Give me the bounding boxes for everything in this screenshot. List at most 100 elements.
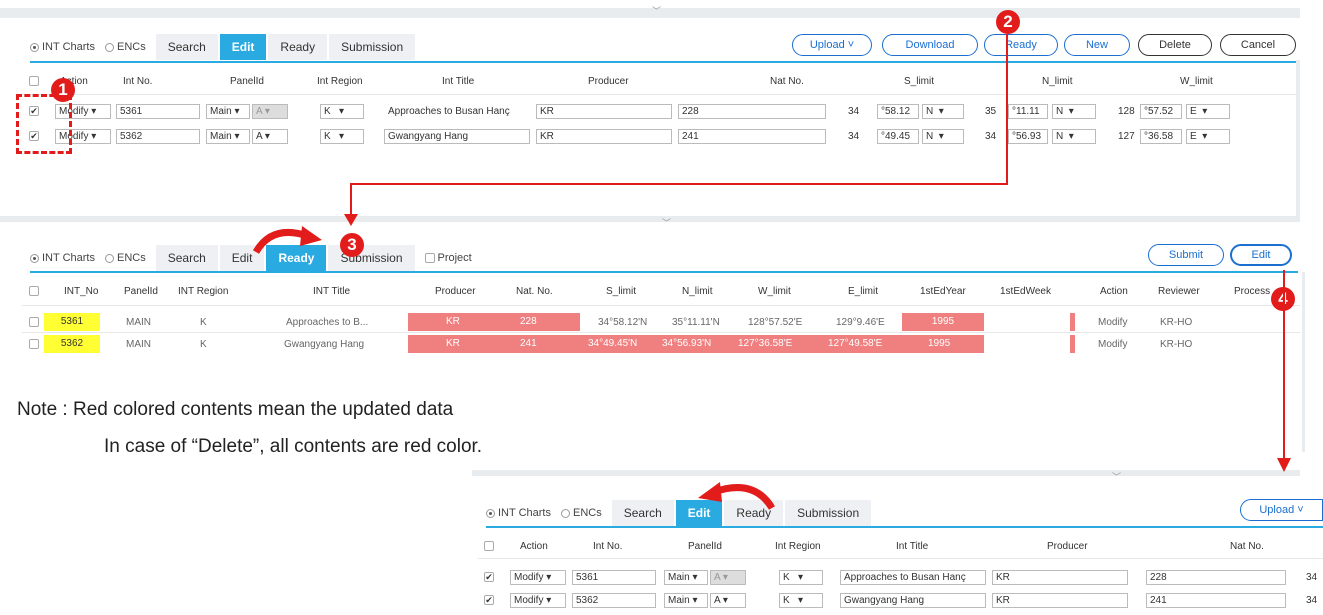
col-1st-ed-year: 1stEdYear <box>920 286 966 297</box>
w-dir-select[interactable]: E ▾ <box>1186 104 1230 119</box>
n-dir-select[interactable]: N ▾ <box>1052 104 1096 119</box>
s-dir-select[interactable]: N ▾ <box>922 104 964 119</box>
tab-search[interactable]: Search <box>155 34 218 60</box>
producer-input[interactable]: KR <box>536 104 672 119</box>
panel-select[interactable]: Main ▾ <box>664 570 708 585</box>
panel-select[interactable]: Main ▾ <box>206 104 250 119</box>
download-button[interactable]: Download <box>882 34 978 56</box>
radio-int-charts[interactable]: INT Charts <box>486 507 551 519</box>
scrollbar[interactable] <box>1302 272 1305 452</box>
row-checkbox[interactable] <box>29 317 39 327</box>
collapse-chevron-icon[interactable]: ﹀ <box>662 216 671 229</box>
top-separator <box>0 8 1300 18</box>
panel-select[interactable]: Main ▾ <box>664 593 708 608</box>
step-1-marker: 1 <box>51 78 75 102</box>
nat-no-input[interactable]: 228 <box>678 104 826 119</box>
updated-marker <box>1070 335 1075 353</box>
region-select[interactable]: K ▾ <box>779 593 823 608</box>
submit-button[interactable]: Submit <box>1148 244 1224 266</box>
title-input[interactable]: Approaches to Busan Hanç <box>840 570 986 585</box>
row-checkbox[interactable]: ✔ <box>484 572 494 582</box>
collapse-chevron-icon[interactable]: ﹀ <box>652 4 661 17</box>
ready-button[interactable]: Ready <box>984 34 1058 56</box>
region-select[interactable]: K ▾ <box>779 570 823 585</box>
radio-int-charts[interactable]: INT Charts <box>30 41 95 53</box>
tab-submission[interactable]: Submission <box>785 500 872 526</box>
action-select[interactable]: Modify ▾ <box>510 593 566 608</box>
s-deg[interactable]: 34 <box>848 106 859 117</box>
int-no-input[interactable]: 5361 <box>572 570 656 585</box>
s-deg[interactable]: 34 <box>1306 572 1317 583</box>
panel-cell: MAIN <box>126 317 151 328</box>
tab-ready[interactable]: Ready <box>268 34 328 60</box>
edit-button[interactable]: Edit <box>1230 244 1292 266</box>
title-input[interactable]: Gwangyang Hang <box>840 593 986 608</box>
s-deg[interactable]: 34 <box>848 131 859 142</box>
tab-search[interactable]: Search <box>611 500 674 526</box>
w-min-input[interactable]: °57.52 <box>1140 104 1182 119</box>
step-3-marker: 3 <box>340 233 364 257</box>
scrollbar[interactable] <box>1296 60 1300 220</box>
upload-button[interactable]: Upload ˅ <box>792 34 872 56</box>
col-int-region: Int Region <box>317 76 363 87</box>
int-no-input[interactable]: 5361 <box>116 104 200 119</box>
radio-encs[interactable]: ENCs <box>104 252 146 264</box>
delete-button[interactable]: Delete <box>1138 34 1212 56</box>
producer-input[interactable]: KR <box>536 129 672 144</box>
header-divider <box>478 558 1323 559</box>
upload-button[interactable]: Upload ˅ <box>1240 499 1323 521</box>
selection-highlight-box <box>16 94 72 154</box>
w-deg[interactable]: 128 <box>1118 106 1135 117</box>
producer-input[interactable]: KR <box>992 593 1128 608</box>
row-divider <box>22 332 1300 333</box>
flow-arrow-line <box>350 183 1008 185</box>
region-select[interactable]: K ▾ <box>320 104 364 119</box>
n-deg[interactable]: 35 <box>985 106 996 117</box>
row-checkbox[interactable] <box>29 339 39 349</box>
int-no-input[interactable]: 5362 <box>116 129 200 144</box>
n-min-input[interactable]: °56.93 <box>1008 129 1048 144</box>
row-checkbox[interactable]: ✔ <box>484 595 494 605</box>
panel-select[interactable]: Main ▾ <box>206 129 250 144</box>
region-cell: K <box>200 317 207 328</box>
w-min-input[interactable]: °36.58 <box>1140 129 1182 144</box>
action-select[interactable]: Modify ▾ <box>510 570 566 585</box>
cancel-button[interactable]: Cancel <box>1220 34 1296 56</box>
select-all-checkbox[interactable] <box>484 541 494 551</box>
nat-no-input[interactable]: 241 <box>678 129 826 144</box>
reviewer-cell: KR-HO <box>1160 339 1193 350</box>
s-deg[interactable]: 34 <box>1306 595 1317 606</box>
select-all-checkbox[interactable] <box>29 76 39 86</box>
reviewer-cell: KR-HO <box>1160 317 1193 328</box>
project-checkbox[interactable]: Project <box>424 252 472 264</box>
n-min-input[interactable]: °11.11 <box>1008 104 1048 119</box>
collapse-chevron-icon[interactable]: ﹀ <box>1112 470 1121 483</box>
s-min-input[interactable]: °49.45 <box>877 129 919 144</box>
title-input[interactable]: Gwangyang Hang <box>384 129 530 144</box>
radio-encs[interactable]: ENCs <box>560 507 602 519</box>
nat-no-input[interactable]: 228 <box>1146 570 1286 585</box>
select-all-checkbox[interactable] <box>29 286 39 296</box>
col-int-title: INT Title <box>313 286 351 297</box>
n-deg[interactable]: 34 <box>985 131 996 142</box>
tab-search[interactable]: Search <box>155 245 218 271</box>
radio-int-charts[interactable]: INT Charts <box>30 252 95 264</box>
s-min-input[interactable]: °58.12 <box>877 104 919 119</box>
panel-sub-select[interactable]: A ▾ <box>710 593 746 608</box>
tab-edit[interactable]: Edit <box>219 34 267 60</box>
region-select[interactable]: K ▾ <box>320 129 364 144</box>
producer-input[interactable]: KR <box>992 570 1128 585</box>
title-value[interactable]: Approaches to Busan Hanç <box>388 106 510 117</box>
new-button[interactable]: New <box>1064 34 1130 56</box>
w-dir-select[interactable]: E ▾ <box>1186 129 1230 144</box>
panel-sub-select[interactable]: A ▾ <box>252 129 288 144</box>
col-nat-no: Nat No. <box>1230 541 1264 552</box>
w-deg[interactable]: 127 <box>1118 131 1135 142</box>
radio-encs[interactable]: ENCs <box>104 41 146 53</box>
s-dir-select[interactable]: N ▾ <box>922 129 964 144</box>
nat-no-input[interactable]: 241 <box>1146 593 1286 608</box>
tab-submission[interactable]: Submission <box>329 34 416 60</box>
n-dir-select[interactable]: N ▾ <box>1052 129 1096 144</box>
col-n-limit: N_limit <box>1042 76 1073 87</box>
int-no-input[interactable]: 5362 <box>572 593 656 608</box>
